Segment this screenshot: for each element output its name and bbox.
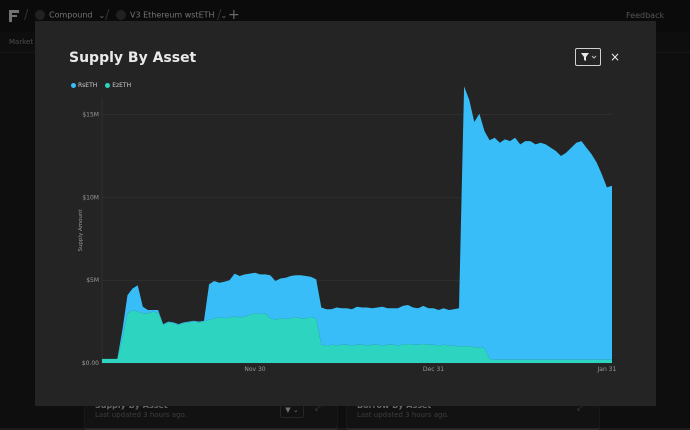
chart-modal: Supply By Asset × RsETH EzETH $0.00 $5M $1…: [35, 21, 656, 406]
supply-area-chart: $0.00 $5M $10M $15M Nov 30 Dec 31 Jan 31 Supply…: [78, 86, 617, 373]
x-tick-label: Nov 30: [244, 366, 265, 373]
y-tick-label: $5M: [86, 277, 99, 284]
series-area-rseth: [102, 86, 612, 360]
y-tick-label: $0.00: [82, 360, 99, 367]
y-tick-label: $15M: [82, 112, 99, 119]
x-tick-label: Dec 31: [423, 366, 444, 373]
x-tick-label: Jan 31: [597, 366, 617, 373]
y-tick-label: $10M: [82, 194, 99, 201]
y-axis-label: Supply Amount: [78, 209, 84, 252]
